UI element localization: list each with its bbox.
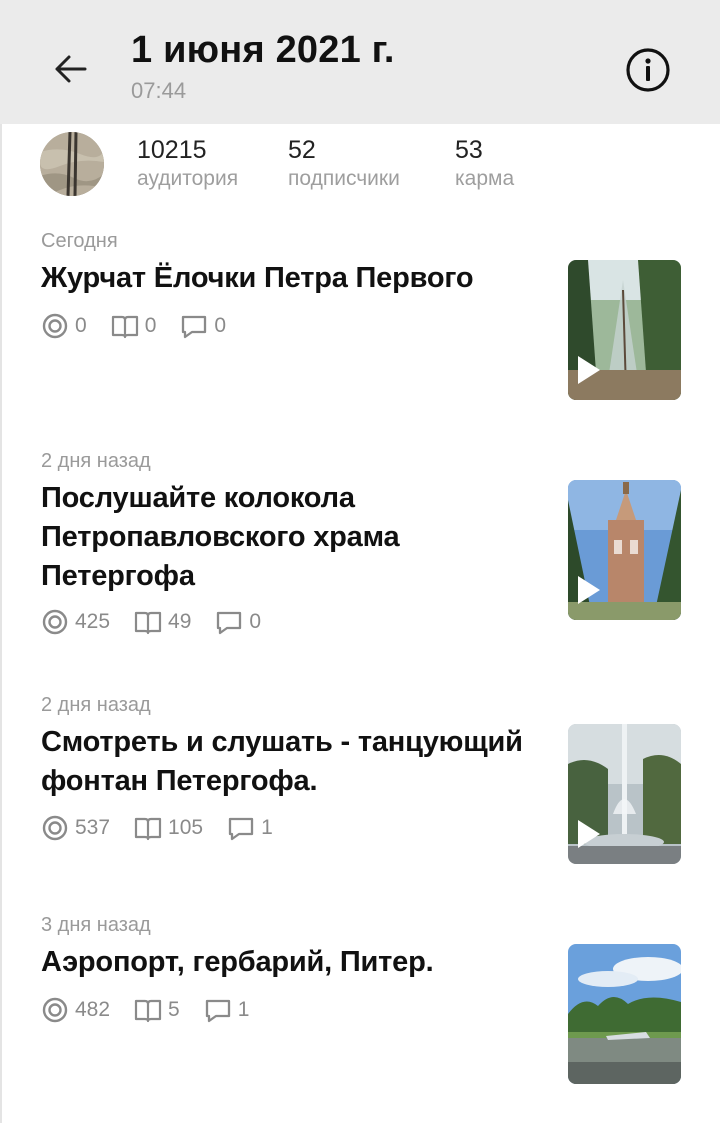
post-stats: 0 0 0 <box>41 311 250 341</box>
reads-stat: 49 <box>134 609 191 635</box>
comments-count: 1 <box>261 816 273 839</box>
comment-icon <box>182 315 207 339</box>
comments-count: 0 <box>249 610 262 633</box>
post-date: Сегодня <box>41 230 118 252</box>
views-count: 425 <box>75 610 111 633</box>
post-title[interactable]: Журчат Ёлочки Петра Первого <box>41 259 541 298</box>
post-title[interactable]: Смотреть и слушать - танцующий фонтан Пе… <box>41 723 541 801</box>
stat-subscribers-label: подписчики <box>288 167 400 190</box>
post-thumbnail[interactable] <box>568 480 681 620</box>
reads-count: 105 <box>168 816 204 839</box>
comments-stat: 1 <box>204 997 250 1023</box>
reads-count: 5 <box>168 998 180 1021</box>
info-icon <box>626 48 670 92</box>
post-date: 3 дня назад <box>41 914 151 936</box>
comment-icon <box>205 999 230 1023</box>
stat-karma-label: карма <box>455 167 515 190</box>
views-stat: 0 <box>41 312 87 340</box>
post-thumbnail[interactable] <box>568 260 681 400</box>
stat-audience-label: аудитория <box>137 167 239 190</box>
book-reads-icon <box>134 999 162 1023</box>
reads-stat: 105 <box>134 815 203 841</box>
info-button[interactable] <box>624 46 672 94</box>
reads-count: 49 <box>168 610 192 633</box>
reads-stat: 0 <box>111 313 157 339</box>
eye-views-icon <box>42 815 68 841</box>
post-title[interactable]: Послушайте колокола Петропавловского хра… <box>41 479 541 596</box>
post-stats: 425 49 0 <box>41 607 285 637</box>
eye-views-icon <box>42 609 68 635</box>
post-date: 2 дня назад <box>41 694 151 716</box>
arrow-left-icon <box>55 55 87 83</box>
book-reads-icon <box>111 315 138 339</box>
app-header: 1 июня 2021 г. 07:44 <box>0 0 720 124</box>
post-stats: 482 5 1 <box>41 995 273 1025</box>
comments-count: 1 <box>237 998 250 1021</box>
post-date: 2 дня назад <box>41 450 151 472</box>
left-divider <box>0 124 2 1123</box>
reads-count: 0 <box>144 314 157 337</box>
stat-audience: 10215 аудитория <box>137 136 238 194</box>
comments-stat: 1 <box>227 815 273 841</box>
eye-views-icon <box>42 313 68 339</box>
comments-count: 0 <box>214 314 227 337</box>
post-title[interactable]: Аэропорт, гербарий, Питер. <box>41 943 541 982</box>
comment-icon <box>228 817 254 841</box>
views-stat: 537 <box>41 814 110 842</box>
views-stat: 425 <box>41 608 110 636</box>
profile-stats: 10215 аудитория 52 подписчики 53 карма <box>0 124 720 214</box>
views-count: 0 <box>75 314 87 337</box>
page-subtitle-time: 07:44 <box>131 78 187 103</box>
views-stat: 482 <box>41 996 110 1024</box>
stat-subscribers-value: 52 <box>288 136 316 164</box>
avatar[interactable] <box>40 132 104 196</box>
eye-views-icon <box>42 997 68 1023</box>
post-thumbnail[interactable] <box>568 724 681 864</box>
post-thumbnail[interactable] <box>568 944 681 1084</box>
post-stats: 537 105 1 <box>41 813 297 843</box>
stat-karma-value: 53 <box>455 136 483 164</box>
views-count: 482 <box>75 998 111 1021</box>
comment-icon <box>217 611 242 635</box>
views-count: 537 <box>75 816 111 839</box>
stat-subscribers: 52 подписчики <box>288 136 400 194</box>
book-reads-icon <box>134 817 162 841</box>
back-button[interactable] <box>46 44 96 94</box>
book-reads-icon <box>134 611 162 635</box>
page-title: 1 июня 2021 г. <box>131 29 395 71</box>
stat-audience-value: 10215 <box>137 136 207 164</box>
stat-karma: 53 карма <box>455 136 514 194</box>
comments-stat: 0 <box>180 313 226 339</box>
reads-stat: 5 <box>134 997 180 1023</box>
comments-stat: 0 <box>215 609 261 635</box>
